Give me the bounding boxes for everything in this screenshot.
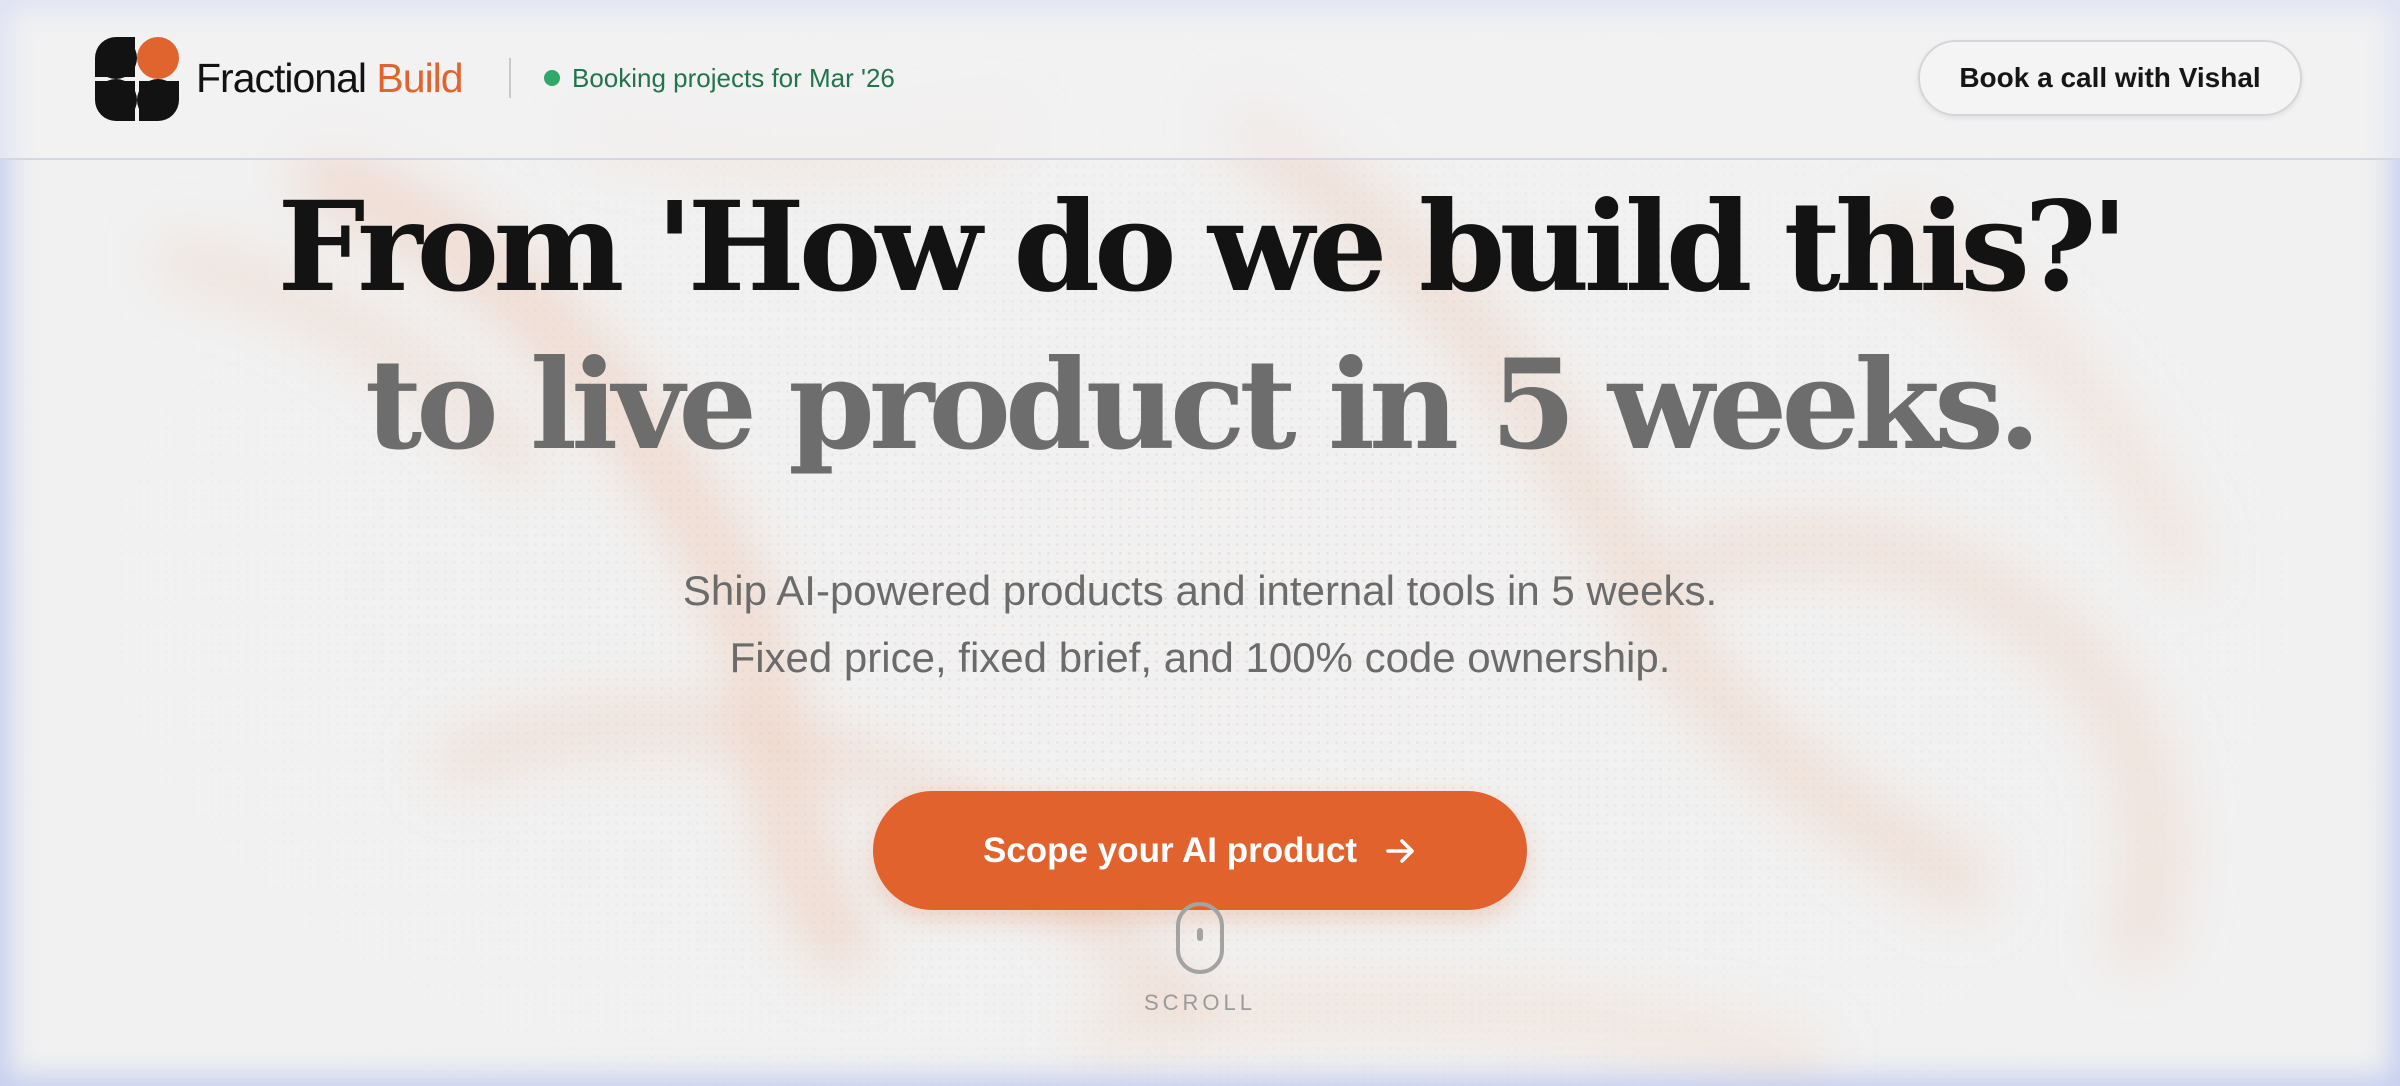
brand-name-primary: Fractional [196, 55, 367, 101]
booking-status: Booking projects for Mar '26 [572, 63, 895, 93]
mouse-icon[interactable] [1175, 901, 1225, 975]
hero-headline-line-1: From 'How do we build this?' [277, 175, 2128, 320]
hero-subtext-line-2: Fixed price, fixed brief, and 100% code … [729, 634, 1671, 681]
header-divider [509, 58, 511, 98]
hero-subtext-line-1: Ship AI-powered products and internal to… [682, 567, 1718, 614]
arrow-right-icon [1386, 838, 1414, 863]
site-header: Fractional Build Booking projects for Ma… [0, 0, 2400, 160]
scope-ai-product-label: Scope your AI product [982, 830, 1357, 870]
brand-name-accent: Build [376, 55, 463, 101]
brand-name[interactable]: Fractional Build [196, 52, 464, 104]
four-petal-logo[interactable] [94, 36, 180, 122]
scope-ai-product-button[interactable]: Scope your AI product [873, 791, 1527, 910]
availability-dot-icon [544, 70, 560, 86]
hero-headline-line-2: to live product in 5 weeks. [364, 333, 2041, 478]
hero-section: From 'How do we build this?' to live pro… [0, 0, 2400, 1086]
scroll-label: SCROLL [1143, 990, 1257, 1015]
book-call-button[interactable]: Book a call with Vishal [1918, 40, 2302, 116]
